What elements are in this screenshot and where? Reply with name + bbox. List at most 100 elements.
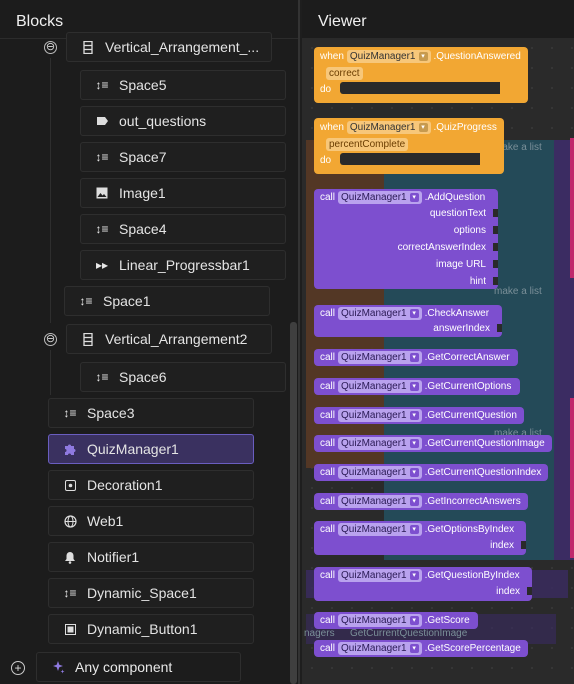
component-dropdown[interactable]: QuizManager1 ▾ [338, 523, 422, 536]
method-block-get-incorrect-answers[interactable]: call QuizManager1 ▾ .GetIncorrectAnswers [314, 493, 528, 510]
component-dropdown[interactable]: QuizManager1 ▾ [338, 569, 422, 582]
event-block-question-answered[interactable]: when QuizManager1 ▾ .QuestionAnswered cor… [314, 47, 528, 103]
tree-item-label: Space6 [119, 369, 167, 385]
component-dropdown[interactable]: QuizManager1 ▾ [338, 351, 422, 364]
argument-socket[interactable] [497, 324, 502, 332]
tree-item-space6[interactable]: ↕≡ Space6 [80, 362, 286, 392]
collapse-vertical-arrangement-button[interactable]: ⊖ [44, 41, 57, 54]
method-block-get-options-by-index[interactable]: call QuizManager1 ▾ .GetOptionsByIndex inde… [314, 521, 526, 555]
tree-item-notifier1[interactable]: Notifier1 [48, 542, 254, 572]
tree-item-linear-progressbar1[interactable]: ▸▸ Linear_Progressbar1 [80, 250, 286, 280]
tree-item-label: Space4 [119, 221, 167, 237]
argument-socket[interactable] [493, 209, 498, 217]
event-block-quiz-progress[interactable]: when QuizManager1 ▾ .QuizProgress percent… [314, 118, 504, 174]
component-dropdown[interactable]: QuizManager1 ▾ [338, 380, 422, 393]
extension-puzzle-icon [63, 442, 77, 456]
argument-label: options [453, 225, 486, 236]
spacer-icon: ↕≡ [79, 294, 93, 308]
component-name: QuizManager1 [349, 51, 416, 62]
do-label: do [320, 155, 332, 166]
dropdown-arrow-icon: ▾ [409, 468, 419, 477]
tree-item-space5[interactable]: ↕≡ Space5 [80, 70, 286, 100]
dropdown-arrow-icon: ▾ [409, 382, 419, 391]
method-block-add-question[interactable]: call QuizManager1 ▾ .AddQuestion question… [314, 189, 498, 289]
decoration-icon [63, 478, 77, 492]
tree-item-quizmanager1[interactable]: QuizManager1 [48, 434, 254, 464]
tree-item-space7[interactable]: ↕≡ Space7 [80, 142, 286, 172]
tree-item-label: Decoration1 [87, 477, 163, 493]
vertical-arrangement-icon [81, 332, 95, 346]
event-parameter[interactable]: percentComplete [326, 138, 409, 151]
dropdown-arrow-icon: ▾ [418, 52, 428, 61]
add-icon[interactable]: + [11, 661, 25, 675]
argument-label: correctAnswerIndex [397, 242, 486, 253]
argument-socket[interactable] [493, 226, 498, 234]
component-name: QuizManager1 [341, 524, 407, 535]
blocks-scrollbar[interactable] [290, 322, 297, 684]
tree-item-label: Notifier1 [87, 549, 140, 565]
method-block-get-current-question[interactable]: call QuizManager1 ▾ .GetCurrentQuestion [314, 407, 524, 424]
spacer-icon: ↕≡ [95, 150, 109, 164]
argument-socket[interactable] [493, 243, 498, 251]
component-dropdown[interactable]: QuizManager1 ▾ [346, 121, 431, 134]
dropdown-arrow-icon: ▾ [409, 353, 419, 362]
call-label: call [320, 381, 336, 392]
component-name: QuizManager1 [341, 643, 407, 654]
component-name: QuizManager1 [341, 467, 407, 478]
component-dropdown[interactable]: QuizManager1 ▾ [338, 495, 422, 508]
tree-item-label: Vertical_Arrangement_... [105, 39, 260, 55]
tree-item-label: Space7 [119, 149, 167, 165]
any-component-item[interactable]: Any component [36, 652, 241, 682]
method-name: .GetScore [424, 615, 470, 626]
argument-socket[interactable] [493, 260, 498, 268]
component-dropdown[interactable]: QuizManager1 ▾ [338, 191, 422, 204]
argument-socket[interactable] [521, 541, 526, 549]
method-block-check-answer[interactable]: call QuizManager1 ▾ .CheckAnswer answerIn… [314, 305, 502, 337]
argument-socket[interactable] [527, 587, 532, 595]
method-block-get-correct-answer[interactable]: call QuizManager1 ▾ .GetCorrectAnswer [314, 349, 518, 366]
argument-label: image URL [435, 259, 486, 270]
viewer-title: Viewer [318, 13, 367, 30]
dropdown-arrow-icon: ▾ [409, 193, 419, 202]
event-parameter[interactable]: correct [326, 67, 363, 80]
method-block-get-current-options[interactable]: call QuizManager1 ▾ .GetCurrentOptions [314, 378, 520, 395]
collapse-vertical-arrangement2-button[interactable]: ⊖ [44, 333, 57, 346]
method-name: .GetQuestionByIndex [424, 570, 520, 581]
component-dropdown[interactable]: QuizManager1 ▾ [338, 307, 422, 320]
blocks-workspace[interactable]: make a list make a list make a list nage… [302, 38, 574, 684]
tree-item-space3[interactable]: ↕≡ Space3 [48, 398, 254, 428]
component-dropdown[interactable]: QuizManager1 ▾ [346, 50, 431, 63]
tree-item-space4[interactable]: ↕≡ Space4 [80, 214, 286, 244]
method-block-get-score[interactable]: call QuizManager1 ▾ .GetScore [314, 612, 478, 629]
do-slot [340, 153, 480, 165]
component-name: QuizManager1 [341, 438, 407, 449]
tree-item-label: Dynamic_Space1 [87, 585, 197, 601]
component-dropdown[interactable]: QuizManager1 ▾ [338, 409, 422, 422]
tree-item-web1[interactable]: Web1 [48, 506, 254, 536]
call-label: call [320, 496, 336, 507]
tree-item-label: Space3 [87, 405, 135, 421]
tree-item-space1[interactable]: ↕≡ Space1 [64, 286, 270, 316]
component-dropdown[interactable]: QuizManager1 ▾ [338, 642, 422, 655]
component-dropdown[interactable]: QuizManager1 ▾ [338, 437, 422, 450]
dropdown-arrow-icon: ▾ [409, 616, 419, 625]
tree-item-label: Dynamic_Button1 [87, 621, 198, 637]
method-block-get-question-by-index[interactable]: call QuizManager1 ▾ .GetQuestionByIndex ind… [314, 567, 532, 601]
tree-item-image1[interactable]: Image1 [80, 178, 286, 208]
button-icon [63, 622, 77, 636]
tree-item-dynamic-button1[interactable]: Dynamic_Button1 [48, 614, 254, 644]
tree-item-decoration1[interactable]: Decoration1 [48, 470, 254, 500]
image-icon [95, 186, 109, 200]
method-block-get-current-question-index[interactable]: call QuizManager1 ▾ .GetCurrentQuestionInde… [314, 464, 548, 481]
tree-item-vertical-arrangement[interactable]: Vertical_Arrangement_... [66, 32, 272, 62]
call-label: call [320, 467, 336, 478]
component-dropdown[interactable]: QuizManager1 ▾ [338, 466, 422, 479]
tree-item-dynamic-space1[interactable]: ↕≡ Dynamic_Space1 [48, 578, 254, 608]
component-dropdown[interactable]: QuizManager1 ▾ [338, 614, 422, 627]
any-component-label: Any component [75, 659, 173, 675]
method-block-get-current-question-image[interactable]: call QuizManager1 ▾ .GetCurrentQuestionImag… [314, 435, 552, 452]
method-block-get-score-percentage[interactable]: call QuizManager1 ▾ .GetScorePercentage [314, 640, 528, 657]
argument-socket[interactable] [493, 277, 498, 285]
tree-item-vertical-arrangement2[interactable]: Vertical_Arrangement2 [66, 324, 272, 354]
tree-item-out-questions[interactable]: out_questions [80, 106, 286, 136]
